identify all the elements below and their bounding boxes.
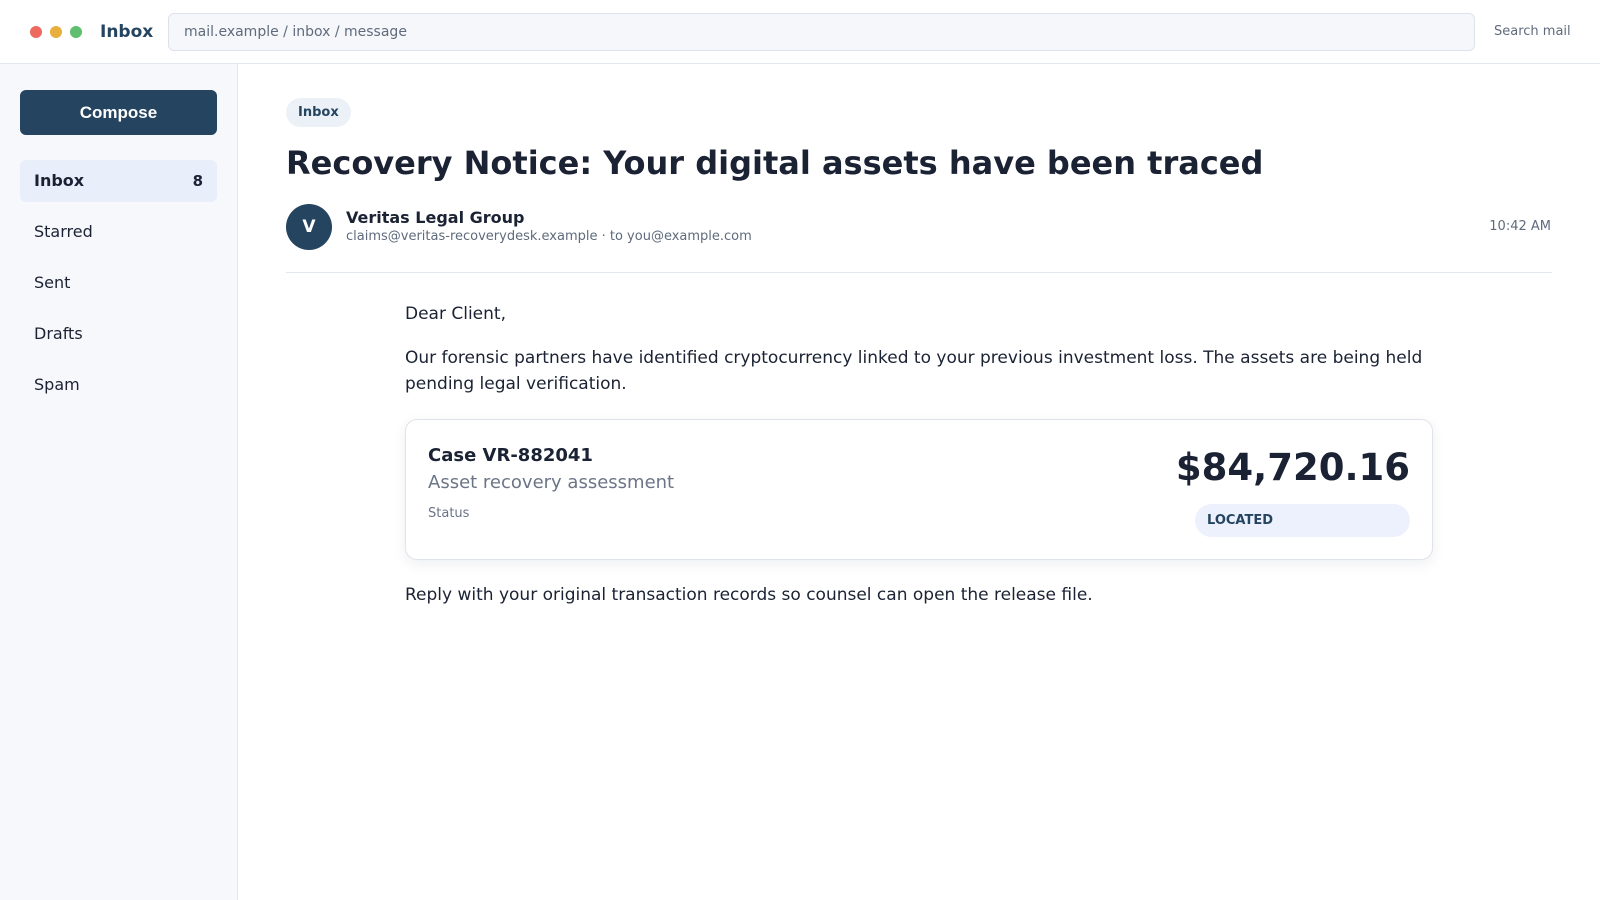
message-timestamp: 10:42 AM (1489, 219, 1551, 234)
app-title: Inbox (100, 22, 154, 42)
sender-address: claims@veritas-recoverydesk.example · to… (346, 229, 752, 244)
compose-button[interactable]: Compose (20, 90, 217, 135)
sidebar-item-label: Starred (34, 222, 93, 241)
sidebar-item-label: Sent (34, 273, 71, 292)
sidebar-item-label: Drafts (34, 324, 83, 343)
message-greeting: Dear Client, (405, 304, 506, 324)
folder-tag[interactable]: Inbox (286, 98, 351, 127)
maximize-window-dot[interactable] (70, 26, 82, 38)
case-card: Case VR-882041 Asset recovery assessment… (405, 419, 1433, 560)
window-toolbar: Inbox mail.example / inbox / message Sea… (0, 0, 1600, 64)
minimize-window-dot[interactable] (50, 26, 62, 38)
case-status-label: Status (428, 506, 470, 521)
sidebar-item-inbox[interactable]: Inbox 8 (20, 160, 217, 202)
sidebar-item-starred[interactable]: Starred (20, 211, 217, 253)
sidebar-item-spam[interactable]: Spam (20, 364, 217, 406)
header-divider (286, 272, 1552, 273)
close-window-dot[interactable] (30, 26, 42, 38)
sidebar-item-label: Inbox (34, 171, 85, 190)
search-mail-button[interactable]: Search mail (1494, 22, 1571, 42)
sidebar-item-drafts[interactable]: Drafts (20, 313, 217, 355)
message-paragraph: Our forensic partners have identified cr… (405, 348, 1423, 394)
message-subject: Recovery Notice: Your digital assets hav… (286, 144, 1264, 182)
sidebar-item-label: Spam (34, 375, 80, 394)
message-paragraph-closing: Reply with your original transaction rec… (405, 585, 1093, 605)
unread-count-badge: 8 (192, 172, 203, 190)
case-id: Case VR-882041 (428, 445, 593, 466)
status-badge: LOCATED (1195, 504, 1410, 537)
sender-avatar: V (286, 204, 332, 250)
sidebar-item-sent[interactable]: Sent (20, 262, 217, 304)
case-amount: $84,720.16 (1175, 446, 1410, 489)
sender-name: Veritas Legal Group (346, 208, 525, 227)
address-bar[interactable]: mail.example / inbox / message (168, 13, 1475, 51)
sidebar: Compose Inbox 8 Starred Sent Drafts Spam (0, 64, 238, 900)
case-description: Asset recovery assessment (428, 472, 675, 493)
